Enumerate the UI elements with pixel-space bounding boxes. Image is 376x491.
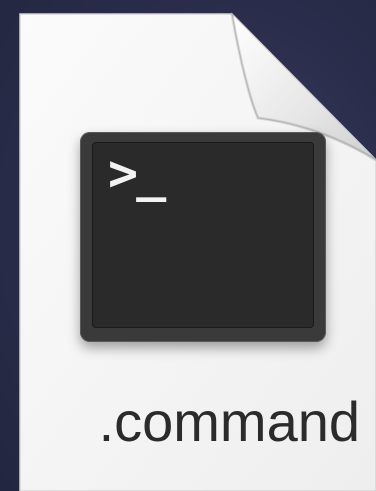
terminal-window-icon: >_	[80, 132, 326, 342]
terminal-screen: >_	[92, 142, 314, 328]
file-extension-label: .command	[98, 390, 360, 453]
terminal-prompt: >_	[108, 144, 166, 202]
